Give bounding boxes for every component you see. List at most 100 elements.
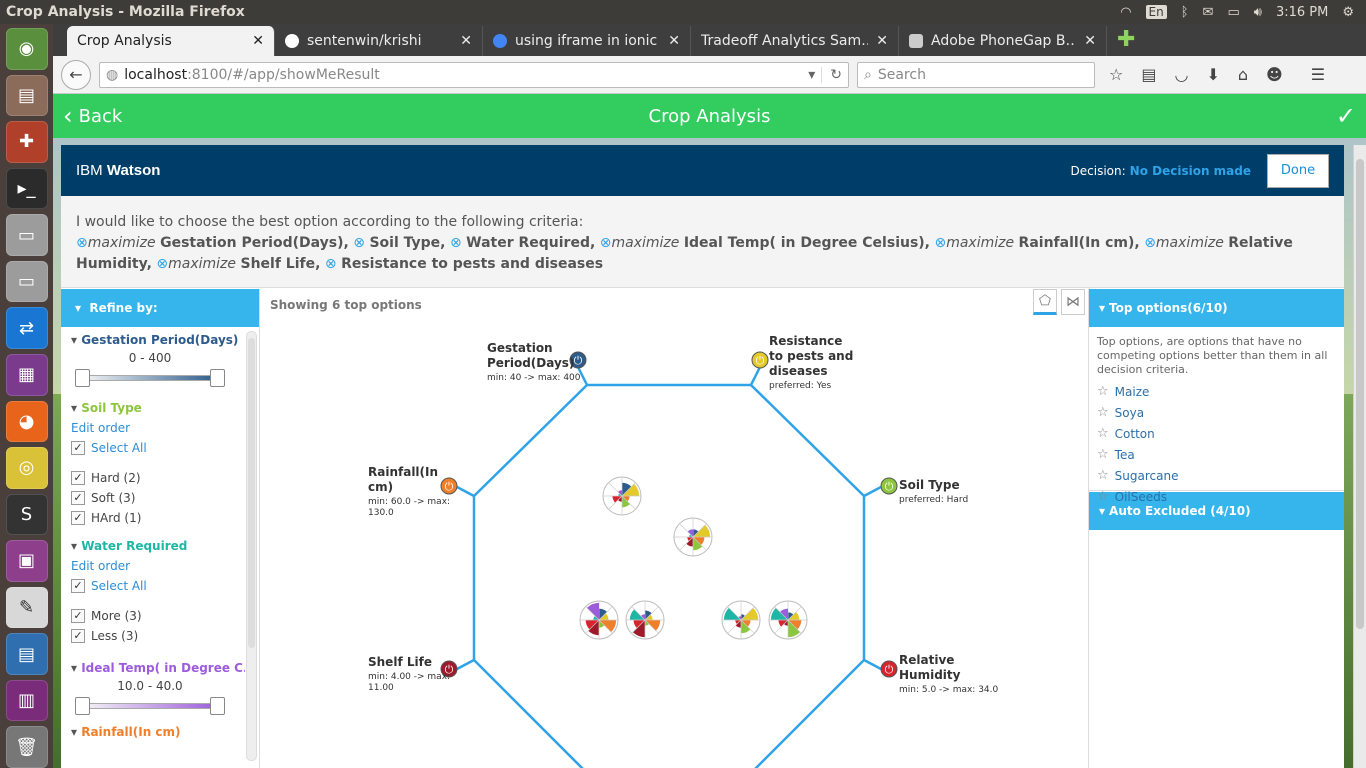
option-glyph[interactable] [721, 600, 761, 640]
battery-icon[interactable]: ▭ [1227, 5, 1239, 20]
favorite-star-icon[interactable]: ☆ [1097, 468, 1109, 483]
close-tab-icon[interactable]: ✕ [460, 33, 472, 49]
done-button[interactable]: Done [1267, 153, 1329, 188]
bluetooth-icon[interactable]: ᛒ [1181, 5, 1189, 20]
axis-title[interactable]: to pests and [769, 349, 853, 363]
water-select-all[interactable]: ✓ Select All [71, 579, 245, 593]
home-icon[interactable]: ⌂ [1238, 65, 1248, 84]
soil-option-hard[interactable]: ✓ Hard (2) [71, 471, 245, 485]
axis-title[interactable]: Rainfall(In [368, 465, 438, 479]
sublime-icon[interactable]: S [5, 493, 48, 536]
search-field[interactable]: ⌕ Search [857, 61, 1095, 88]
firefox-icon[interactable]: ◕ [5, 400, 48, 443]
refine-header[interactable]: ▾ Refine by: [61, 289, 259, 327]
option-glyph[interactable] [768, 600, 808, 640]
page-scrollbar[interactable] [1353, 145, 1366, 768]
top-option-item[interactable]: ☆ Tea [1089, 444, 1344, 465]
axis-title[interactable]: cm) [368, 480, 393, 494]
axis-title[interactable]: diseases [769, 364, 828, 378]
ubuntu-dash-icon[interactable]: ◉ [5, 28, 48, 70]
tab-tradeoff[interactable]: Tradeoff Analytics Sam… ✕ [691, 26, 899, 56]
criterion-item[interactable]: ⊗ Soil Type, [353, 235, 450, 251]
remove-criterion-icon[interactable]: ⊗ [1144, 235, 1156, 251]
gestation-slider[interactable] [75, 369, 225, 387]
axis-title[interactable]: Resistance [769, 334, 842, 348]
teamviewer-icon[interactable]: ⇄ [5, 307, 48, 349]
tab-github[interactable]: sentenwin/krishi ✕ [275, 26, 483, 56]
top-options-header[interactable]: Top options(6/10) [1089, 289, 1344, 327]
top-option-item[interactable]: ☆ Sugarcane [1089, 465, 1344, 486]
option-glyph[interactable] [579, 600, 619, 640]
remote-desktop-icon[interactable]: ▣ [5, 540, 48, 582]
filter-gestation-title[interactable]: Gestation Period(Days) [71, 333, 245, 347]
reading-list-icon[interactable]: ▤ [1141, 65, 1156, 84]
axis-title[interactable]: Humidity [899, 668, 961, 682]
option-glyph[interactable] [602, 476, 642, 516]
mail-icon[interactable]: ✉ [1203, 5, 1214, 20]
option-glyph[interactable] [625, 600, 665, 640]
remove-criterion-icon[interactable]: ⊗ [156, 256, 168, 272]
axis-title[interactable]: Period(Days) [487, 356, 574, 370]
axis-title[interactable]: Gestation [487, 341, 553, 355]
tab-google[interactable]: using iframe in ionic … ✕ [483, 26, 691, 56]
browser-back-icon[interactable]: ← [61, 59, 91, 90]
favorite-star-icon[interactable]: ☆ [1097, 384, 1109, 399]
settings-tools-icon[interactable]: ✚ [5, 121, 48, 163]
checkmark-icon[interactable]: ✓ [1336, 102, 1356, 130]
filter-water-title[interactable]: Water Required [71, 539, 245, 553]
files-icon[interactable]: ▤ [5, 74, 48, 117]
favorite-star-icon[interactable]: ☆ [1097, 489, 1109, 504]
water-option-more[interactable]: ✓ More (3) [71, 609, 245, 623]
close-tab-icon[interactable]: ✕ [876, 33, 888, 49]
water-option-less[interactable]: ✓ Less (3) [71, 629, 245, 643]
keyboard-layout[interactable]: En [1145, 5, 1167, 19]
soil-edit-order-link[interactable]: Edit order [71, 421, 245, 435]
chat-icon[interactable]: ☻ [1266, 65, 1283, 84]
slider-min-handle[interactable] [75, 369, 90, 387]
soil-option-hard-2[interactable]: ✓ HArd (1) [71, 511, 245, 525]
tab-phonegap[interactable]: Adobe PhoneGap B… ✕ [899, 26, 1107, 56]
criterion-item[interactable]: ⊗maximize Ideal Temp( in Degree Celsius)… [600, 235, 935, 251]
top-option-item[interactable]: ☆ Maize [1089, 381, 1344, 402]
temp-slider[interactable] [75, 697, 225, 715]
terminal-icon[interactable]: ▸_ [5, 167, 48, 210]
url-dropdown-icon[interactable]: ▾ [808, 67, 815, 83]
soil-select-all[interactable]: ✓ Select All [71, 441, 245, 455]
settings-gear-icon[interactable]: ⚙ [1342, 5, 1354, 20]
criterion-item[interactable]: ⊗maximize Shelf Life, [156, 256, 324, 272]
axis-title[interactable]: Shelf Life [368, 655, 432, 669]
criterion-item[interactable]: ⊗ Resistance to pests and diseases [325, 256, 603, 272]
top-option-item[interactable]: ☆ Soya [1089, 402, 1344, 423]
trash-icon[interactable]: 🗑︎ [5, 726, 48, 768]
close-tab-icon[interactable]: ✕ [668, 33, 680, 49]
filter-rain-title[interactable]: Rainfall(In cm) [71, 725, 245, 739]
remove-criterion-icon[interactable]: ⊗ [934, 235, 946, 251]
clock[interactable]: 3:16 PM [1276, 5, 1328, 20]
chrome-icon[interactable]: ◎ [5, 447, 48, 489]
favorite-star-icon[interactable]: ☆ [1097, 405, 1109, 420]
filter-soil-title[interactable]: Soil Type [71, 401, 245, 415]
filter-temp-title[interactable]: Ideal Temp( in Degree C... [71, 661, 245, 675]
remove-criterion-icon[interactable]: ⊗ [353, 235, 365, 251]
back-button[interactable]: ‹ Back [63, 102, 122, 130]
criterion-item[interactable]: ⊗maximize Rainfall(In cm), [934, 235, 1144, 251]
criterion-item[interactable]: ⊗ Water Required, [450, 235, 600, 251]
text-editor-icon[interactable]: ✎ [5, 586, 48, 629]
remove-criterion-icon[interactable]: ⊗ [600, 235, 612, 251]
water-edit-order-link[interactable]: Edit order [71, 559, 245, 573]
close-tab-icon[interactable]: ✕ [252, 33, 264, 49]
axis-title[interactable]: Relative [899, 653, 954, 667]
url-bar[interactable]: ◍ localhost:8100/#/app/showMeResult ▾ ↻ [99, 61, 849, 88]
emulator-icon[interactable]: ▦ [5, 353, 48, 396]
axis-title[interactable]: Soil Type [899, 478, 960, 492]
pocket-icon[interactable]: ◡ [1174, 65, 1188, 84]
top-option-item[interactable]: ☆ Cotton [1089, 423, 1344, 444]
tab-crop-analysis[interactable]: Crop Analysis ✕ [67, 26, 275, 56]
document-viewer-icon[interactable]: ▤ [5, 633, 48, 675]
slider-max-handle[interactable] [210, 697, 225, 715]
bookmark-star-icon[interactable]: ☆ [1109, 65, 1123, 84]
slider-max-handle[interactable] [210, 369, 225, 387]
page-scrollbar-thumb[interactable] [1356, 159, 1364, 629]
slider-min-handle[interactable] [75, 697, 90, 715]
reload-icon[interactable]: ↻ [821, 66, 842, 83]
